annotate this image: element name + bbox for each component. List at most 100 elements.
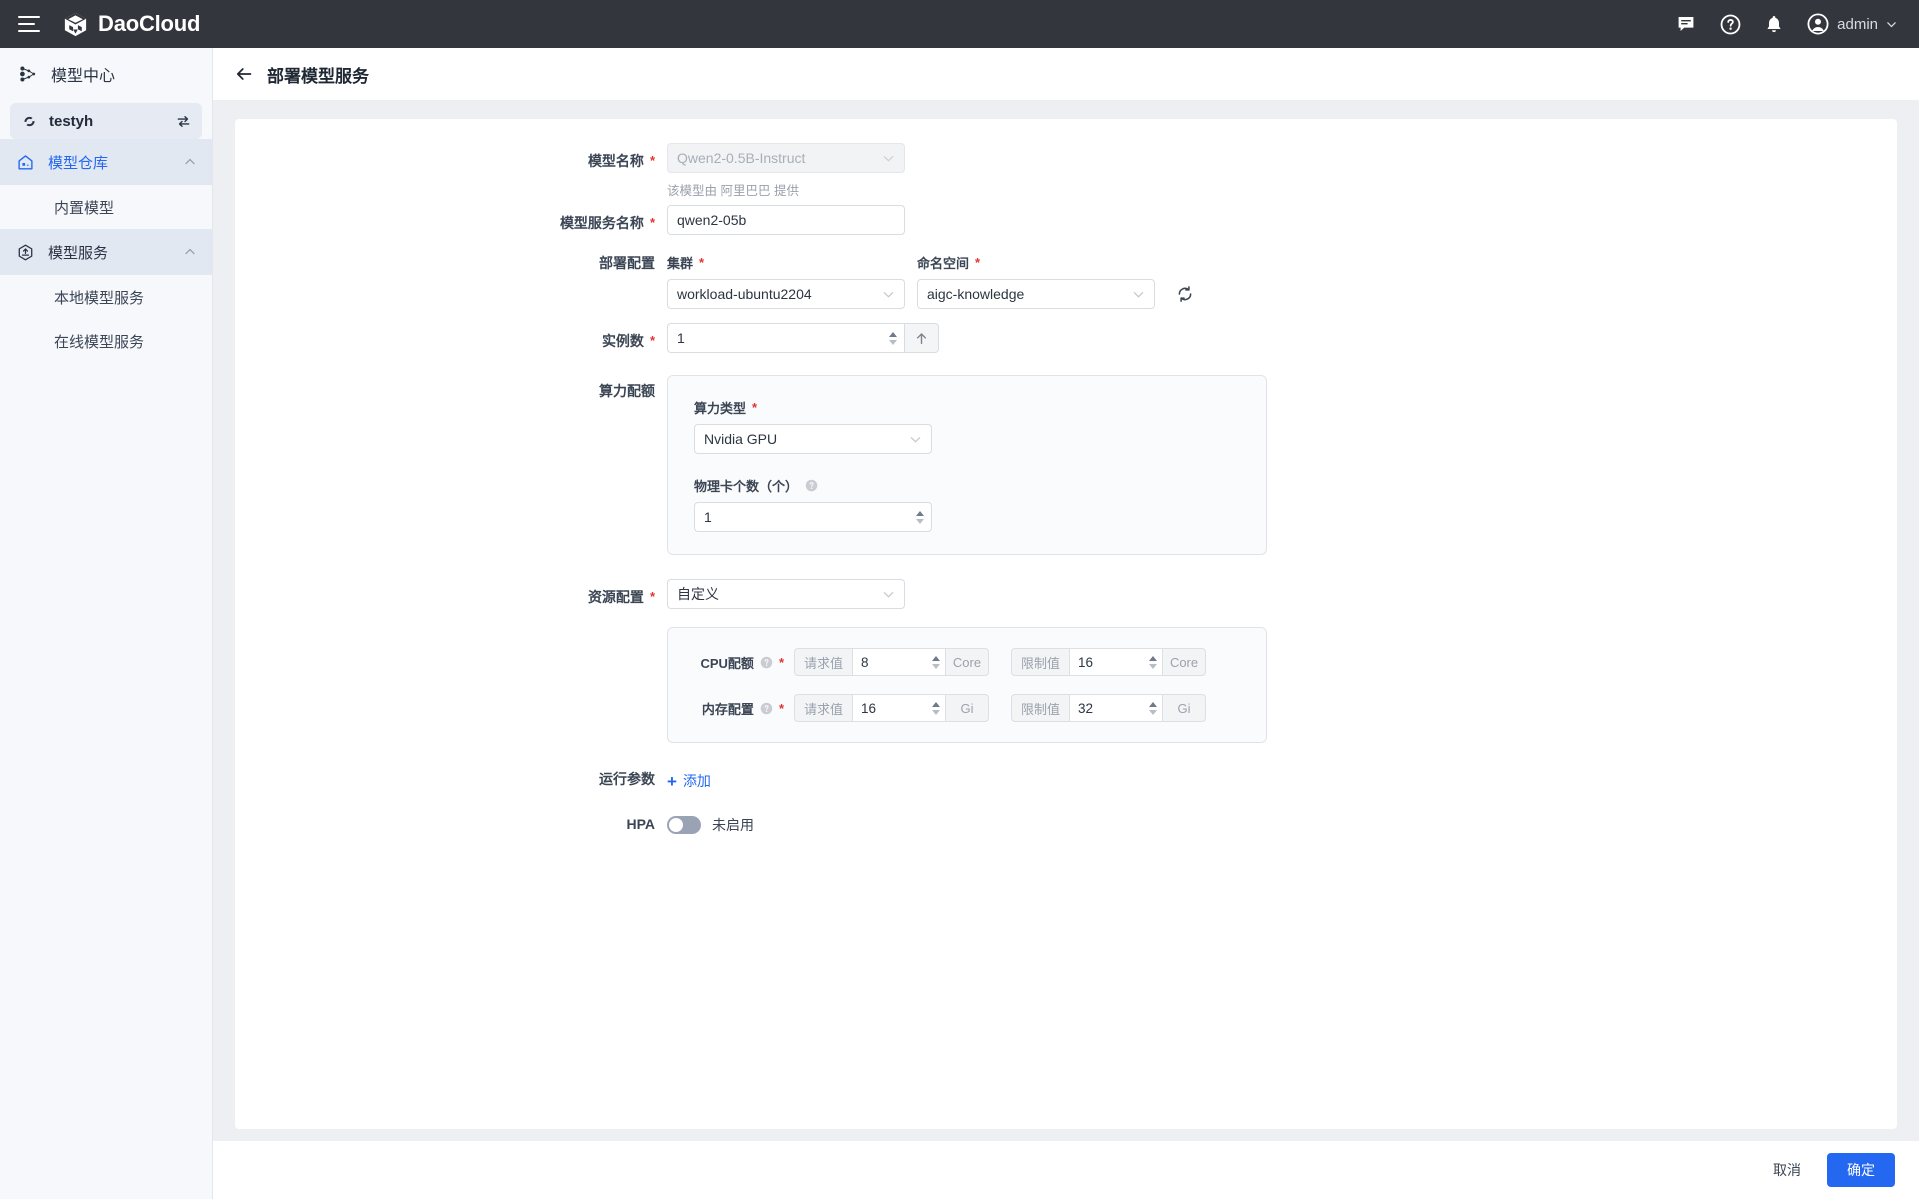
top-bar: DaoCloud admin xyxy=(0,0,1919,48)
stepper-down-icon[interactable] xyxy=(932,663,941,669)
sidebar-title: 模型中心 xyxy=(51,68,116,85)
label-text: 模型名称 xyxy=(587,153,644,169)
cancel-button[interactable]: 取消 xyxy=(1761,1154,1813,1186)
cpu-limit-spin[interactable] xyxy=(1144,648,1163,676)
cpu-request-spin[interactable] xyxy=(927,648,946,676)
stepper-up-icon[interactable] xyxy=(932,701,941,707)
refresh-icon[interactable] xyxy=(1175,284,1195,304)
field-label: 算力配额 xyxy=(235,375,655,401)
memory-request-value[interactable]: 16 xyxy=(853,694,928,722)
cluster-select[interactable]: workload-ubuntu2204 xyxy=(667,279,905,309)
gpu-spin-arrows[interactable] xyxy=(913,503,931,531)
field-hpa: HPA 未启用 xyxy=(235,812,1897,835)
hamburger-icon[interactable] xyxy=(18,16,40,32)
gpu-card-count-stepper[interactable]: 1 xyxy=(694,502,932,532)
workspace-name: testyh xyxy=(49,112,94,130)
bell-icon[interactable] xyxy=(1763,13,1785,35)
avatar-icon xyxy=(1807,13,1829,35)
user-name: admin xyxy=(1837,15,1878,33)
sidebar-item-online-model-service[interactable]: 在线模型服务 xyxy=(0,319,212,363)
brand-name: DaoCloud xyxy=(98,11,201,36)
compute-type-select[interactable]: Nvidia GPU xyxy=(694,424,932,454)
sidebar-group-label: 模型仓库 xyxy=(48,154,109,172)
sidebar: 模型中心 testyh 模型仓库 内置模型 模型服务 本地模型服务 在线模型服务 xyxy=(0,48,213,1199)
stepper-down-icon[interactable] xyxy=(1149,663,1158,669)
memory-request-field[interactable]: 请求值 16 Gi xyxy=(794,694,990,722)
chevron-down-icon xyxy=(1133,291,1144,298)
back-arrow-icon[interactable] xyxy=(235,65,253,83)
cpu-limit-prefix: 限制值 xyxy=(1011,648,1071,676)
stepper-down-icon[interactable] xyxy=(1149,709,1158,715)
memory-limit-value[interactable]: 32 xyxy=(1070,694,1145,722)
confirm-button[interactable]: 确定 xyxy=(1827,1153,1895,1187)
question-icon[interactable] xyxy=(805,479,818,492)
stepper-up-icon[interactable] xyxy=(932,655,941,661)
cluster-value: workload-ubuntu2204 xyxy=(677,286,812,302)
cpu-quota-row: CPU配额 * 请求值 8 Core 限制值 16 Core xyxy=(668,648,1266,676)
add-label: 添加 xyxy=(682,773,711,789)
cpu-request-value[interactable]: 8 xyxy=(853,648,928,676)
replicas-spin-arrows[interactable] xyxy=(886,324,904,352)
chevron-down-icon xyxy=(883,291,894,298)
field-replicas: 实例数 * 1 xyxy=(235,323,1897,353)
chevron-up-icon[interactable] xyxy=(184,156,196,168)
cluster-label: 集群 * xyxy=(667,255,705,271)
user-menu[interactable]: admin xyxy=(1807,13,1897,35)
cpu-limit-value[interactable]: 16 xyxy=(1070,648,1145,676)
workspace-selector[interactable]: testyh xyxy=(10,103,202,139)
stepper-up-icon[interactable] xyxy=(888,331,897,337)
sidebar-item-local-model-service[interactable]: 本地模型服务 xyxy=(0,275,212,319)
footer-bar: 取消 确定 xyxy=(213,1141,1919,1199)
sidebar-group-model-service[interactable]: 模型服务 xyxy=(0,229,212,275)
memory-request-unit: Gi xyxy=(945,694,990,722)
question-icon[interactable] xyxy=(760,702,773,715)
switch-workspace-icon[interactable] xyxy=(176,114,191,129)
field-label: 模型服务名称 * xyxy=(235,205,655,233)
cpu-request-prefix: 请求值 xyxy=(794,648,854,676)
sidebar-item-builtin-models[interactable]: 内置模型 xyxy=(0,185,212,229)
sidebar-item-label: 在线模型服务 xyxy=(54,333,145,351)
chat-icon[interactable] xyxy=(1675,13,1697,35)
memory-request-spin[interactable] xyxy=(927,694,946,722)
memory-quota-row: 内存配置 * 请求值 16 Gi 限制值 32 Gi xyxy=(668,694,1266,722)
required-mark: * xyxy=(649,153,655,168)
memory-limit-field[interactable]: 限制值 32 Gi xyxy=(1011,694,1207,722)
label-text: 算力配额 xyxy=(599,383,655,399)
stepper-up-icon[interactable] xyxy=(915,510,924,516)
form-card: 模型名称 * Qwen2-0.5B-Instruct 该模型由 阿里巴巴 提供 模… xyxy=(235,119,1897,1129)
field-compute-quota: 算力配额 算力类型 * Nvidia GPU 物理卡个数（个） 1 xyxy=(235,375,1897,555)
add-runtime-param-button[interactable]: + 添加 xyxy=(667,765,711,791)
gpu-card-count-value: 1 xyxy=(704,509,712,525)
memory-limit-spin[interactable] xyxy=(1144,694,1163,722)
compute-type-value: Nvidia GPU xyxy=(704,431,778,447)
help-icon[interactable] xyxy=(1719,13,1741,35)
page-title: 部署模型服务 xyxy=(267,66,369,86)
service-name-value: qwen2-05b xyxy=(677,212,747,228)
stepper-up-icon[interactable] xyxy=(1149,655,1158,661)
resource-config-select[interactable]: 自定义 xyxy=(667,579,905,609)
question-icon[interactable] xyxy=(760,656,773,669)
service-name-input[interactable]: qwen2-05b xyxy=(667,205,905,235)
model-name-value: Qwen2-0.5B-Instruct xyxy=(677,150,806,166)
cpu-request-field[interactable]: 请求值 8 Core xyxy=(794,648,990,676)
model-name-select[interactable]: Qwen2-0.5B-Instruct xyxy=(667,143,905,173)
stepper-down-icon[interactable] xyxy=(915,518,924,524)
field-runtime-params: 运行参数 + 添加 xyxy=(235,765,1897,792)
page-header: 部署模型服务 xyxy=(213,48,1919,100)
replicas-arrow-up-button[interactable] xyxy=(905,323,939,353)
sidebar-header: 模型中心 xyxy=(0,48,212,100)
brand-logo-group[interactable]: DaoCloud xyxy=(62,11,200,38)
replicas-stepper[interactable]: 1 xyxy=(667,323,905,353)
stepper-down-icon[interactable] xyxy=(932,709,941,715)
cpu-limit-field[interactable]: 限制值 16 Core xyxy=(1011,648,1207,676)
stepper-up-icon[interactable] xyxy=(1149,701,1158,707)
resource-detail-row: CPU配额 * 请求值 8 Core 限制值 16 Core 内存配置 * 请求… xyxy=(235,627,1897,743)
sidebar-group-model-repo[interactable]: 模型仓库 xyxy=(0,139,212,185)
stepper-down-icon[interactable] xyxy=(888,339,897,345)
namespace-select[interactable]: aigc-knowledge xyxy=(917,279,1155,309)
hpa-toggle[interactable] xyxy=(667,815,701,834)
field-label: HPA xyxy=(235,812,655,832)
chevron-up-icon[interactable] xyxy=(184,246,196,258)
compute-quota-panel: 算力类型 * Nvidia GPU 物理卡个数（个） 1 xyxy=(667,375,1267,555)
chevron-down-icon xyxy=(910,436,921,443)
